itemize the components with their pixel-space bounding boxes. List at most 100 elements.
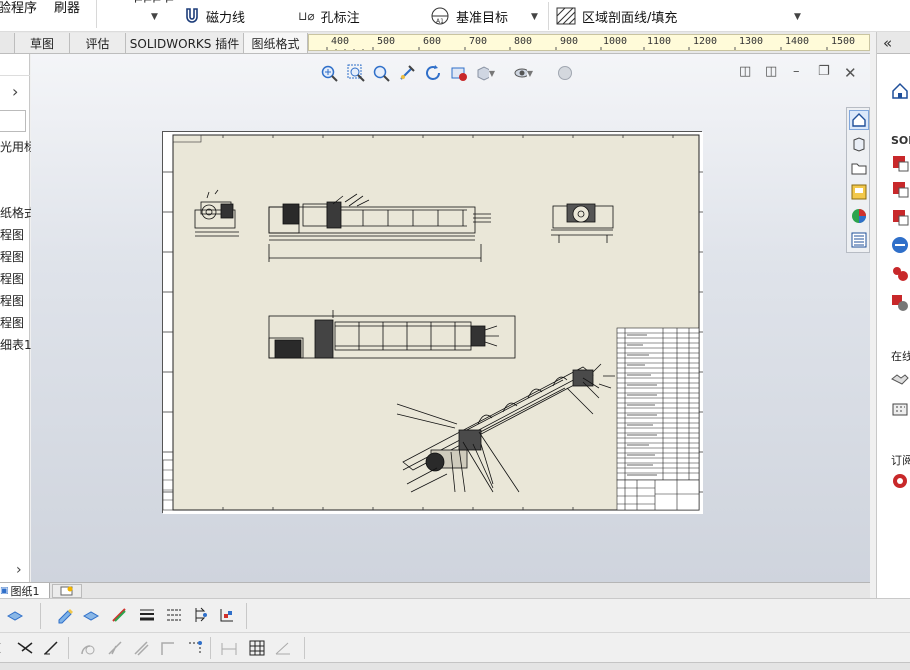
appearances-scenes-icon[interactable] (849, 206, 869, 226)
layer-icon[interactable] (4, 604, 26, 626)
tree-item-drawing-view[interactable]: 程图 (0, 292, 24, 309)
layer-icon[interactable] (80, 604, 102, 626)
file-explorer-icon[interactable] (849, 158, 869, 178)
point-line-icon[interactable] (184, 637, 206, 659)
section-view-icon[interactable] (397, 64, 417, 82)
feature-manager-panel: › 光用标 纸格式 程图 程图 程图 程图 程图 细表1 › (0, 54, 36, 582)
hide-show-edges-icon[interactable] (190, 604, 212, 626)
svg-text:A1: A1 (436, 18, 444, 25)
hole-callout-icon: ⊔⌀ (298, 9, 315, 23)
line-icon[interactable] (40, 637, 62, 659)
sheet-tab-1[interactable]: ▣ 图纸1 (0, 583, 50, 599)
add-sheet-button[interactable] (52, 584, 82, 598)
tab-sheet-format[interactable]: 图纸格式 (244, 33, 308, 53)
sw-tool-icon[interactable] (891, 154, 909, 172)
sw-connect-icon[interactable] (891, 236, 909, 254)
previous-view-icon[interactable] (371, 64, 391, 82)
tree-item-drawing-view[interactable]: 程图 (0, 248, 24, 265)
ruler-tick-label: 1000 (603, 36, 628, 47)
datum-target-button[interactable]: A1 基准目标 (430, 4, 508, 28)
ruler-tick-label: 900 (560, 36, 579, 47)
area-hatch-button[interactable]: 区域剖面线/填充 (556, 4, 677, 28)
design-library-icon[interactable] (849, 134, 869, 154)
ribbon-item-partial-3: ⌐⌐⌐ ⌐ (134, 0, 175, 7)
offset-icon[interactable] (130, 637, 152, 659)
graphics-area[interactable]: ▼ ▼ ◫ ◫ – ❐ ✕ (31, 54, 870, 582)
sheet-tab-bar: ▣ 图纸1 (0, 582, 870, 599)
hole-callout-button[interactable]: ⊔⌀ 孔标注 (298, 4, 360, 28)
building-icon[interactable] (891, 398, 909, 416)
view-settings-icon[interactable] (449, 64, 469, 82)
magnetic-line-button[interactable]: 磁力线 (184, 4, 245, 28)
tree-item-bom-table[interactable]: 细表1 (0, 336, 32, 353)
corner-icon[interactable] (156, 637, 178, 659)
color-display-icon[interactable] (216, 604, 238, 626)
zoom-to-area-icon[interactable] (346, 64, 366, 82)
custom-properties-icon[interactable] (849, 230, 869, 250)
horizontal-ruler: 400 500 600 700 800 900 1000 1100 1200 1… (308, 34, 870, 51)
tab-solidworks-addins[interactable]: SOLIDWORKS 插件 (126, 33, 244, 53)
datum-target-icon: A1 (431, 7, 449, 25)
online-section-label: 在线 (891, 350, 910, 363)
fillet-icon[interactable] (76, 637, 98, 659)
line-thickness-icon[interactable] (136, 604, 158, 626)
sw-addin-icon[interactable] (891, 264, 909, 282)
bottom-toolbar-sketch (0, 632, 910, 662)
grid-icon[interactable] (246, 637, 268, 659)
sheet-tab-label: 图纸1 (10, 585, 40, 598)
filter-input[interactable] (0, 110, 26, 132)
tree-item-drawing-view[interactable]: 程图 (0, 270, 24, 287)
subscription-icon[interactable] (891, 472, 909, 490)
trim-icon[interactable] (14, 637, 36, 659)
dropdown-arrow-icon[interactable]: ▼ (531, 12, 538, 22)
ruler-tick-label: 1200 (693, 36, 718, 47)
appearance-icon[interactable] (555, 64, 575, 82)
hide-show-items-icon[interactable]: ▼ (513, 64, 533, 82)
ruler-tick-label: 400 (331, 36, 350, 47)
dropdown-arrow-icon[interactable]: ▼ (794, 12, 801, 22)
area-hatch-label: 区域剖面线/填充 (582, 10, 678, 26)
dropdown-arrow-icon[interactable]: ▼ (151, 12, 158, 22)
restore-icon[interactable]: ❐ (818, 64, 830, 79)
magnet-icon (186, 8, 198, 23)
zoom-to-fit-icon[interactable] (319, 64, 339, 82)
tree-item-drawing-view[interactable]: 程图 (0, 226, 24, 243)
display-style-icon[interactable]: ▼ (475, 64, 495, 82)
line-style-icon[interactable] (108, 604, 130, 626)
collapse-pane-icon[interactable]: « (883, 34, 892, 52)
ruler-tick-label: 1400 (785, 36, 810, 47)
handshake-icon[interactable] (891, 370, 909, 388)
expand-arrow-icon[interactable]: › (12, 82, 18, 101)
line-color-icon[interactable] (54, 604, 76, 626)
close-icon[interactable]: ✕ (844, 64, 857, 82)
view-left-icon[interactable]: ◫ (739, 64, 751, 79)
magnetic-line-label: 磁力线 (206, 10, 246, 26)
solidworks-resources-icon[interactable] (849, 110, 869, 130)
ruler-tick-label: 800 (514, 36, 533, 47)
home-icon[interactable] (891, 82, 909, 100)
sheet-icon: ▣ (0, 586, 9, 596)
angle-icon[interactable] (272, 637, 294, 659)
sw-user-icon[interactable] (891, 294, 909, 312)
chamfer-icon[interactable] (104, 637, 126, 659)
sw-tool-icon[interactable] (891, 180, 909, 198)
ruler-tick-label: 700 (469, 36, 488, 47)
task-pane-tabs (846, 107, 870, 253)
scroll-arrow-icon[interactable]: › (16, 562, 22, 578)
view-palette-icon[interactable] (849, 182, 869, 202)
dimension-icon[interactable] (218, 637, 240, 659)
solidworks-section-label: SOL (891, 134, 910, 147)
ribbon-item-partial-2[interactable]: 刷器 (54, 0, 80, 18)
view-right-icon[interactable]: ◫ (765, 64, 777, 79)
drawing-sheet[interactable] (162, 131, 703, 514)
command-manager-tabs: 草图 评估 SOLIDWORKS 插件 图纸格式 400 500 600 700… (0, 32, 870, 54)
tab-evaluate[interactable]: 评估 (70, 33, 126, 53)
minimize-icon[interactable]: – (793, 64, 800, 79)
ribbon-item-partial-1[interactable]: 验程序 (0, 0, 37, 18)
tab-sketch[interactable]: 草图 (14, 33, 70, 53)
status-bar (0, 662, 910, 670)
sw-tool-icon[interactable] (891, 208, 909, 226)
tree-item-drawing-view[interactable]: 程图 (0, 314, 24, 331)
rotate-view-icon[interactable] (423, 64, 443, 82)
line-font-icon[interactable] (163, 604, 185, 626)
